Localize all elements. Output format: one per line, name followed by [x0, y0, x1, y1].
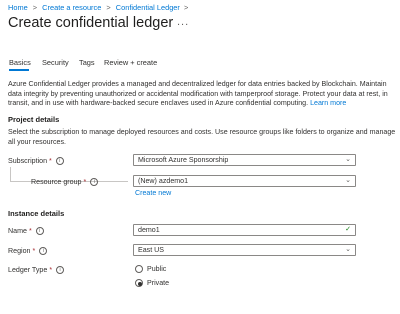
- name-label: Name * i: [8, 227, 44, 236]
- region-label: Region * i: [8, 247, 48, 256]
- tab-security[interactable]: Security: [42, 58, 69, 67]
- tree-connector-vertical: [10, 167, 11, 181]
- tab-basics[interactable]: Basics: [9, 58, 31, 67]
- subscription-dropdown[interactable]: Microsoft Azure Sponsorship ⌄: [133, 154, 356, 166]
- required-marker: *: [83, 178, 87, 186]
- resource-group-label-text: Resource group: [31, 178, 82, 186]
- required-marker: *: [49, 266, 53, 274]
- region-dropdown[interactable]: East US ⌄: [133, 244, 356, 256]
- info-icon[interactable]: i: [90, 178, 99, 187]
- chevron-down-icon: ⌄: [345, 177, 351, 184]
- name-label-text: Name: [8, 227, 27, 235]
- page-title: Create confidential ledger: [8, 15, 174, 31]
- learn-more-link[interactable]: Learn more: [310, 99, 346, 107]
- valid-check-icon: ✓: [345, 226, 351, 233]
- chevron-down-icon: ⌄: [345, 156, 351, 163]
- name-value: demo1: [138, 226, 160, 234]
- radio-selected-dot: [138, 282, 142, 286]
- description-text: Azure Confidential Ledger provides a man…: [8, 80, 396, 109]
- subscription-label: Subscription * i: [8, 157, 64, 166]
- tab-tags[interactable]: Tags: [79, 58, 95, 67]
- required-marker: *: [32, 247, 36, 255]
- breadcrumb: Home > Create a resource > Confidential …: [8, 3, 188, 12]
- resource-group-label: Resource group * i: [31, 178, 99, 187]
- radio-public[interactable]: [135, 265, 143, 273]
- info-icon[interactable]: i: [55, 157, 64, 166]
- subscription-value: Microsoft Azure Sponsorship: [138, 156, 229, 164]
- required-marker: *: [49, 157, 52, 165]
- ledger-type-label: Ledger Type * i: [8, 266, 65, 275]
- info-icon[interactable]: i: [39, 247, 48, 256]
- region-value: East US: [138, 246, 165, 254]
- ledger-type-label-text: Ledger Type: [8, 266, 48, 274]
- project-details-text: Select the subscription to manage deploy…: [8, 128, 396, 146]
- subscription-label-text: Subscription: [8, 157, 48, 165]
- breadcrumb-home-link[interactable]: Home: [8, 3, 28, 12]
- required-marker: *: [28, 227, 32, 235]
- breadcrumb-create-resource-link[interactable]: Create a resource: [42, 3, 101, 12]
- breadcrumb-confidential-ledger-link[interactable]: Confidential Ledger: [116, 3, 180, 12]
- info-icon[interactable]: i: [35, 227, 44, 236]
- instance-details-heading: Instance details: [8, 209, 65, 218]
- radio-private[interactable]: [135, 279, 143, 287]
- create-new-link[interactable]: Create new: [135, 189, 171, 197]
- breadcrumb-separator: >: [32, 3, 38, 12]
- active-tab-indicator: [9, 69, 29, 71]
- more-actions-button[interactable]: ...: [177, 16, 189, 28]
- tab-review-create[interactable]: Review + create: [104, 58, 157, 67]
- chevron-down-icon: ⌄: [345, 246, 351, 253]
- radio-private-label[interactable]: Private: [147, 279, 169, 287]
- breadcrumb-separator: >: [106, 3, 111, 12]
- breadcrumb-trailing-chevron: >: [183, 3, 189, 12]
- info-icon[interactable]: i: [56, 266, 65, 275]
- region-label-text: Region: [8, 247, 31, 255]
- resource-group-value: (New) azdemo1: [138, 177, 189, 185]
- project-details-heading: Project details: [8, 115, 60, 124]
- radio-public-label[interactable]: Public: [147, 265, 166, 273]
- name-input[interactable]: demo1 ✓: [133, 224, 356, 236]
- resource-group-dropdown[interactable]: (New) azdemo1 ⌄: [133, 175, 356, 187]
